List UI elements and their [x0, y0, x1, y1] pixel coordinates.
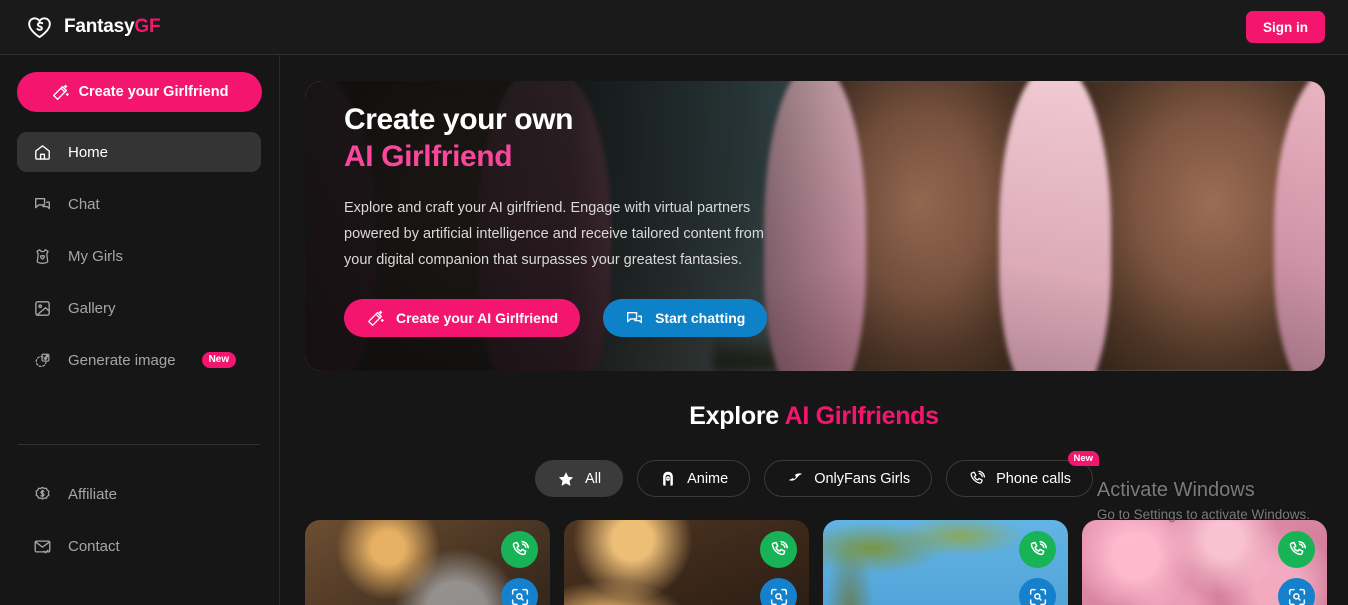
comet-icon	[786, 470, 804, 488]
generate-image-icon	[33, 351, 52, 370]
sidebar-item-contact[interactable]: Contact	[17, 526, 261, 566]
image-scan-icon	[1028, 587, 1048, 605]
card-call-button[interactable]	[1019, 531, 1056, 568]
dress-heart-icon	[33, 247, 52, 266]
create-girlfriend-label: Create your Girlfriend	[78, 84, 229, 100]
chat-bubbles-icon	[33, 195, 52, 214]
hero-content: Create your own AI Girlfriend Explore an…	[344, 102, 814, 338]
brand-text-first: Fantasy	[64, 16, 135, 37]
filter-tab-phone-calls-label: Phone calls	[996, 470, 1072, 487]
card-actions	[1278, 531, 1315, 605]
card-scan-button[interactable]	[1019, 578, 1056, 605]
explore-title-plain: Explore	[689, 402, 785, 430]
filter-tab-all[interactable]: All	[534, 460, 624, 497]
brand-logo[interactable]: FantasyGF	[26, 14, 161, 41]
girlfriend-card[interactable]	[1082, 520, 1327, 605]
filter-tab-onlyfans-girls[interactable]: OnlyFans Girls	[764, 460, 933, 497]
hero-description: Explore and craft your AI girlfriend. En…	[344, 200, 764, 269]
hero-actions: Create your AI Girlfriend Start chatting	[344, 299, 814, 338]
sidebar-item-home-label: Home	[68, 143, 109, 161]
filter-tab-onlyfans-girls-label: OnlyFans Girls	[814, 470, 911, 487]
sidebar-item-my-girls-label: My Girls	[68, 247, 123, 265]
sidebar-item-chat[interactable]: Chat	[17, 184, 261, 224]
brand-text-second: GF	[134, 16, 161, 37]
anime-girl-icon	[659, 470, 677, 488]
sidebar-item-gallery[interactable]: Gallery	[17, 288, 261, 328]
hero-start-chatting-label: Start chatting	[655, 310, 746, 327]
image-scan-icon	[769, 587, 789, 605]
explore-filter-tabs: All Anime OnlyFans Girls Phone calls New	[280, 451, 1348, 497]
sidebar-item-my-girls[interactable]: My Girls	[17, 236, 261, 276]
image-scan-icon	[1287, 587, 1307, 605]
sidebar-item-gallery-label: Gallery	[68, 299, 116, 317]
dollar-badge-icon	[33, 485, 52, 504]
sidebar-new-badge: New	[201, 351, 237, 369]
phone-ring-icon	[769, 540, 789, 560]
magic-wand-icon	[366, 309, 385, 328]
sign-in-button[interactable]: Sign in	[1246, 11, 1325, 43]
filter-tab-new-badge: New	[1067, 451, 1100, 467]
star-icon	[557, 470, 575, 488]
explore-section-title: Explore AI Girlfriends	[280, 402, 1348, 431]
girlfriend-card[interactable]	[564, 520, 809, 605]
girlfriend-card-grid	[305, 520, 1348, 605]
hero-create-girlfriend-button[interactable]: Create your AI Girlfriend	[344, 299, 581, 338]
sidebar: Create your Girlfriend Home Chat My Girl…	[0, 55, 280, 605]
top-header: FantasyGF Sign in	[0, 0, 1348, 55]
card-call-button[interactable]	[1278, 531, 1315, 568]
card-actions	[1019, 531, 1056, 605]
girlfriend-card[interactable]	[823, 520, 1068, 605]
card-call-button[interactable]	[760, 531, 797, 568]
app-root: FantasyGF Sign in Create your Girlfriend	[0, 0, 1348, 605]
card-actions	[760, 531, 797, 605]
phone-ring-icon	[968, 470, 986, 488]
card-call-button[interactable]	[501, 531, 538, 568]
phone-ring-icon	[510, 540, 530, 560]
magic-wand-icon	[51, 83, 70, 102]
hero-title: Create your own AI Girlfriend	[344, 102, 814, 175]
card-scan-button[interactable]	[1278, 578, 1315, 605]
card-scan-button[interactable]	[501, 578, 538, 605]
image-icon	[33, 299, 52, 318]
hero-create-girlfriend-label: Create your AI Girlfriend	[396, 310, 559, 327]
hero-start-chatting-button[interactable]: Start chatting	[603, 299, 768, 338]
phone-ring-icon	[1028, 540, 1048, 560]
filter-tab-anime-label: Anime	[687, 470, 729, 487]
main-content: Create your own AI Girlfriend Explore an…	[280, 55, 1348, 605]
chat-bubbles-icon	[625, 309, 644, 328]
heart-swirl-logo-icon	[26, 14, 53, 41]
explore-title-accent: AI Girlfriends	[784, 402, 939, 430]
home-icon	[33, 143, 52, 162]
sidebar-item-contact-label: Contact	[68, 537, 120, 555]
hero-title-line2: AI Girlfriend	[344, 139, 513, 173]
filter-tab-anime[interactable]: Anime	[637, 460, 751, 497]
sidebar-nav: Home Chat My Girls Gallery Generate imag…	[17, 132, 261, 578]
sidebar-item-affiliate-label: Affiliate	[68, 485, 117, 503]
sidebar-item-generate-image-label: Generate image	[68, 351, 176, 369]
sidebar-item-home[interactable]: Home	[17, 132, 261, 172]
filter-tab-phone-calls[interactable]: Phone calls New	[946, 451, 1100, 497]
image-scan-icon	[510, 587, 530, 605]
hero-title-line1: Create your own	[344, 103, 574, 136]
filter-tab-all-label: All	[584, 470, 602, 487]
phone-ring-icon	[1287, 540, 1307, 560]
brand-text: FantasyGF	[64, 16, 161, 38]
envelope-check-icon	[33, 537, 52, 556]
sidebar-item-chat-label: Chat	[68, 195, 100, 213]
sidebar-divider	[18, 444, 260, 445]
hero-banner: Create your own AI Girlfriend Explore an…	[305, 81, 1325, 371]
sidebar-item-affiliate[interactable]: Affiliate	[17, 474, 261, 514]
create-girlfriend-button[interactable]: Create your Girlfriend	[17, 72, 262, 112]
sidebar-item-generate-image[interactable]: Generate image New	[17, 340, 261, 380]
card-actions	[501, 531, 538, 605]
girlfriend-card[interactable]	[305, 520, 550, 605]
card-scan-button[interactable]	[760, 578, 797, 605]
